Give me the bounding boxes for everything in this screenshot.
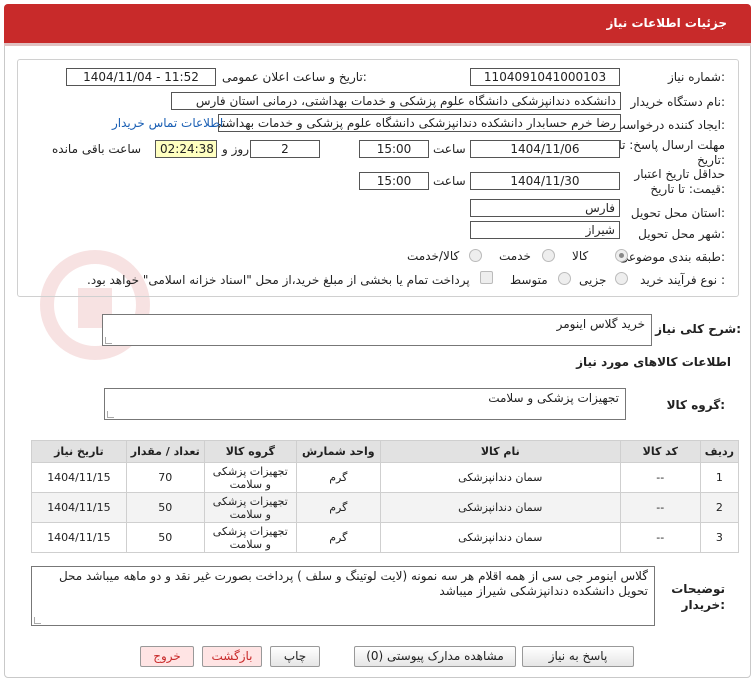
cell-row-number: 1: [699, 462, 740, 493]
treasury-payment-note: پرداخت تمام یا بخشی از مبلغ خرید،از محل …: [87, 273, 470, 287]
cell-group: تجهیزات پزشکی و سلامت: [203, 462, 297, 493]
validity-time-field: 15:00: [359, 172, 429, 190]
city-label: شهر محل تحویل:: [638, 227, 725, 241]
reply-button[interactable]: پاسخ به نیاز: [522, 646, 634, 667]
cell-need-date: 1404/11/15: [31, 462, 127, 493]
col-header-need-date: تاریخ نیاز: [31, 440, 127, 463]
need-number-field: 1104091041000103: [470, 68, 620, 86]
page-title: جزئیات اطلاعات نیاز: [606, 16, 727, 30]
cell-quantity: 50: [125, 522, 205, 553]
goods-group-label: گروه کالا:: [666, 398, 725, 412]
cell-code: --: [619, 522, 701, 553]
resize-handle[interactable]: [34, 617, 41, 624]
need-number-label: شماره نیاز:: [667, 70, 725, 84]
category-option-goods: کالا: [572, 249, 589, 263]
cell-unit: گرم: [295, 462, 381, 493]
goods-group-text: تجهیزات پزشکی و سلامت: [488, 391, 619, 405]
print-button[interactable]: چاپ: [270, 646, 320, 667]
days-label: روز و: [222, 142, 249, 156]
category-option-goods-service: کالا/خدمت: [407, 249, 460, 263]
buyer-org-field: دانشکده دندانپزشکی دانشگاه علوم پزشکی و …: [171, 92, 621, 110]
col-header-row-number: ردیف: [699, 440, 740, 463]
category-radio-goods[interactable]: [615, 249, 628, 262]
buyer-notes-label: توضیحات: [671, 582, 725, 596]
deadline-time-field: 15:00: [359, 140, 429, 158]
col-header-quantity: تعداد / مقدار: [125, 440, 205, 463]
validity-time-label: ساعت: [433, 174, 466, 188]
cell-name: سمان دندانپزشکی: [379, 462, 621, 493]
category-radio-goods-service[interactable]: [469, 249, 482, 262]
col-header-code: کد کالا: [619, 440, 701, 463]
remaining-time-label: ساعت باقی مانده: [52, 142, 142, 156]
cell-group: تجهیزات پزشکی و سلامت: [203, 492, 297, 523]
page-header: جزئیات اطلاعات نیاز: [4, 4, 751, 46]
category-radio-service[interactable]: [542, 249, 555, 262]
cell-code: --: [619, 462, 701, 493]
process-label: نوع فرآیند خرید :: [640, 273, 725, 287]
cell-need-date: 1404/11/15: [31, 522, 127, 553]
deadline-time-label: ساعت: [433, 142, 466, 156]
category-label: طبقه بندی موضوعی:: [618, 250, 725, 264]
resize-handle[interactable]: [105, 337, 112, 344]
cell-group: تجهیزات پزشکی و سلامت: [203, 522, 297, 553]
buyer-notes-label-2: خریدار:: [681, 598, 725, 612]
province-field: فارس: [470, 199, 620, 217]
goods-group-field: تجهیزات پزشکی و سلامت: [104, 388, 626, 420]
process-option-medium: متوسط: [510, 273, 548, 287]
cell-code: --: [619, 492, 701, 523]
validity-label: حداقل تاریخ اعتبار: [634, 167, 725, 181]
city-field: شیراز: [470, 221, 620, 239]
cell-name: سمان دندانپزشکی: [379, 522, 621, 553]
cell-name: سمان دندانپزشکی: [379, 492, 621, 523]
validity-label-date: قیمت: تا تاریخ:: [650, 182, 725, 196]
table-row: 3 -- سمان دندانپزشکی گرم تجهیزات پزشکی و…: [31, 522, 740, 553]
cell-unit: گرم: [295, 522, 381, 553]
col-header-group: گروه کالا: [203, 440, 297, 463]
cell-row-number: 2: [699, 492, 740, 523]
summary-text: خرید گلاس اینومر: [556, 317, 645, 331]
deadline-label-date: تاریخ:: [697, 153, 725, 167]
process-option-minor: جزیی: [579, 273, 607, 287]
cell-quantity: 50: [125, 492, 205, 523]
province-label: استان محل تحویل:: [630, 206, 725, 220]
days-remaining-field: 2: [250, 140, 320, 158]
table-row: 2 -- سمان دندانپزشکی گرم تجهیزات پزشکی و…: [31, 492, 740, 523]
buyer-notes-field: گلاس اینومر جی سی از همه اقلام هر سه نمو…: [31, 566, 655, 626]
buyer-org-label: نام دستگاه خریدار:: [630, 95, 726, 109]
treasury-payment-checkbox[interactable]: [480, 271, 493, 284]
summary-label: شرح کلی نیاز:: [655, 322, 741, 336]
deadline-date-field: 1404/11/06: [470, 140, 620, 158]
table-header-row: ردیف کد کالا نام کالا واحد شمارش گروه کا…: [31, 440, 740, 463]
goods-info-title: اطلاعات کالاهای مورد نیاز: [576, 355, 731, 369]
buyer-notes-text: گلاس اینومر جی سی از همه اقلام هر سه نمو…: [58, 569, 648, 598]
validity-date-field: 1404/11/30: [470, 172, 620, 190]
cell-row-number: 3: [699, 522, 740, 553]
resize-handle[interactable]: [107, 411, 114, 418]
requester-field: رضا خرم حسابدار دانشکده دندانپزشکی دانشگ…: [218, 114, 621, 132]
cell-unit: گرم: [295, 492, 381, 523]
cell-need-date: 1404/11/15: [31, 492, 127, 523]
items-table: ردیف کد کالا نام کالا واحد شمارش گروه کا…: [31, 440, 740, 553]
process-radio-minor[interactable]: [615, 272, 628, 285]
col-header-unit: واحد شمارش: [295, 440, 381, 463]
exit-button[interactable]: خروج: [140, 646, 194, 667]
category-option-service: خدمت: [499, 249, 531, 263]
announce-datetime-field: 1404/11/04 - 11:52: [66, 68, 216, 86]
col-header-name: نام کالا: [379, 440, 621, 463]
announce-label: تاریخ و ساعت اعلان عمومی:: [222, 70, 367, 84]
buyer-contact-link[interactable]: اطلاعات تماس خریدار: [112, 116, 223, 130]
requester-label: ایجاد کننده درخواست:: [614, 118, 725, 132]
view-attachments-button[interactable]: مشاهده مدارک پیوستی (0): [354, 646, 516, 667]
remaining-time-field: 02:24:38: [155, 140, 217, 158]
back-button[interactable]: بازگشت: [202, 646, 262, 667]
summary-field: خرید گلاس اینومر: [102, 314, 652, 346]
process-radio-medium[interactable]: [558, 272, 571, 285]
deadline-label: مهلت ارسال پاسخ: تا: [618, 138, 725, 152]
table-row: 1 -- سمان دندانپزشکی گرم تجهیزات پزشکی و…: [31, 462, 740, 493]
cell-quantity: 70: [125, 462, 205, 493]
